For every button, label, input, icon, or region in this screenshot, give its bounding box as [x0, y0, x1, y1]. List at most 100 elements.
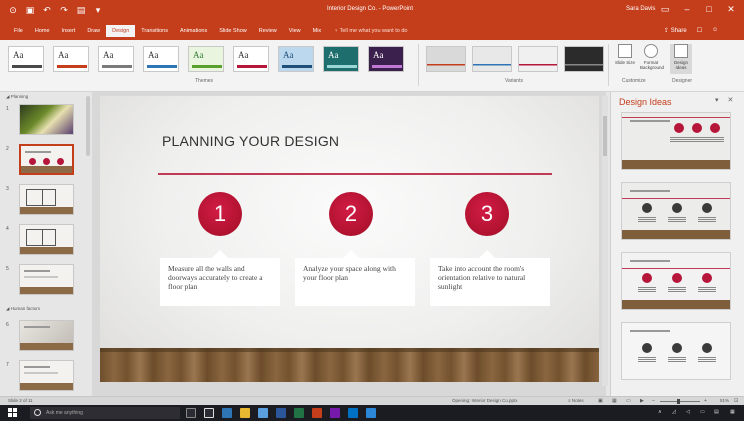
section-header-planning[interactable]: ◢ Planning: [6, 94, 28, 100]
teams-icon[interactable]: [366, 408, 376, 418]
pane-close-icon[interactable]: ✕: [728, 96, 734, 104]
zoom-out-icon[interactable]: –: [652, 398, 655, 404]
variant-thumbnail[interactable]: [472, 46, 512, 72]
theme-thumbnail[interactable]: Aa: [278, 46, 314, 72]
tab-insert[interactable]: Insert: [56, 25, 82, 37]
theme-thumbnail[interactable]: Aa: [8, 46, 44, 72]
maximize-icon[interactable]: □: [704, 4, 714, 15]
outlook-icon[interactable]: [348, 408, 358, 418]
customize-qat-icon[interactable]: ▾: [93, 5, 103, 15]
design-idea-thumbnail[interactable]: [621, 112, 731, 170]
design-idea-thumbnail[interactable]: [621, 322, 731, 380]
design-ideas-button[interactable]: Design Ideas: [670, 44, 692, 74]
theme-thumbnail[interactable]: Aa: [323, 46, 359, 72]
idea-step-dot: [642, 343, 652, 353]
zoom-slider-thumb[interactable]: [677, 399, 680, 404]
reading-view-icon[interactable]: ▭: [626, 398, 631, 404]
zoom-slider[interactable]: [660, 401, 700, 402]
battery-icon[interactable]: ▭: [700, 409, 705, 415]
close-icon[interactable]: ✕: [726, 4, 736, 15]
network-icon[interactable]: ◿: [672, 409, 676, 415]
theme-thumbnail[interactable]: Aa: [233, 46, 269, 72]
theme-thumbnail[interactable]: Aa: [98, 46, 134, 72]
thumbnail-scrollbar[interactable]: [86, 96, 90, 156]
variant-thumbnail[interactable]: [518, 46, 558, 72]
comments-icon[interactable]: ☐: [697, 27, 702, 34]
canvas-scrollbar[interactable]: [602, 96, 608, 386]
autosave-icon[interactable]: ⊙: [8, 5, 18, 15]
tab-slide-show[interactable]: Slide Show: [213, 25, 253, 37]
user-name[interactable]: Sara Davis: [626, 6, 655, 12]
powerpoint-icon[interactable]: [312, 408, 322, 418]
slide-thumbnail[interactable]: [19, 264, 74, 295]
current-slide[interactable]: PLANNING YOUR DESIGN 1 Measure all the w…: [100, 96, 599, 382]
slide-thumbnail[interactable]: [19, 144, 74, 175]
tab-animations[interactable]: Animations: [174, 25, 213, 37]
fit-slide-icon[interactable]: ⊡: [734, 398, 738, 404]
scrollbar-thumb[interactable]: [603, 116, 607, 156]
save-icon[interactable]: ▣: [25, 5, 35, 15]
step-text-1[interactable]: Measure all the walls and doorways accur…: [160, 258, 280, 306]
slide-size-button[interactable]: Slide Size: [614, 44, 636, 74]
tab-mix[interactable]: Mix: [307, 25, 328, 37]
variant-thumbnail[interactable]: [426, 46, 466, 72]
tab-file[interactable]: File: [8, 25, 29, 37]
tray-chevron-icon[interactable]: ∧: [658, 409, 662, 415]
edge-icon[interactable]: [222, 408, 232, 418]
slide-thumbnail[interactable]: [19, 104, 74, 135]
step-number-2[interactable]: 2: [329, 192, 373, 236]
slide-thumbnail[interactable]: [19, 184, 74, 215]
windows-start-icon[interactable]: [8, 408, 18, 418]
slide-title[interactable]: PLANNING YOUR DESIGN: [162, 133, 339, 149]
share-button[interactable]: ⇪ Share: [664, 27, 687, 34]
theme-thumbnail[interactable]: Aa: [53, 46, 89, 72]
step-text-2[interactable]: Analyze your space along with your floor…: [295, 258, 415, 306]
slide-sorter-icon[interactable]: ▦: [612, 398, 617, 404]
mic-icon[interactable]: [186, 408, 196, 418]
section-header-human-factors[interactable]: ◢ Human factors: [6, 306, 40, 312]
zoom-in-icon[interactable]: +: [704, 398, 707, 404]
pane-options-icon[interactable]: ▾: [715, 96, 719, 104]
slideshow-view-icon[interactable]: ▶: [640, 398, 644, 404]
ribbon-display-icon[interactable]: ▭: [660, 4, 670, 15]
tab-draw[interactable]: Draw: [81, 25, 106, 37]
present-icon[interactable]: ▤: [76, 5, 86, 15]
tab-home[interactable]: Home: [29, 25, 56, 37]
smiley-icon[interactable]: ☺: [712, 27, 718, 34]
minimize-icon[interactable]: –: [682, 4, 692, 15]
volume-icon[interactable]: ◁: [686, 409, 690, 415]
theme-thumbnail[interactable]: Aa: [188, 46, 224, 72]
slide-thumbnail[interactable]: [19, 224, 74, 255]
normal-view-icon[interactable]: ▣: [598, 398, 603, 404]
step-number-1[interactable]: 1: [198, 192, 242, 236]
theme-thumbnail[interactable]: Aa: [368, 46, 404, 72]
keyboard-icon[interactable]: ▦: [730, 409, 735, 415]
cortana-search[interactable]: Ask me anything: [30, 407, 180, 419]
design-idea-thumbnail[interactable]: [621, 182, 731, 240]
slide-thumbnails-pane[interactable]: ◢ Planning ◢ Human factors 1 2 3 4 5 6 7: [0, 92, 92, 396]
file-explorer-icon[interactable]: [240, 408, 250, 418]
redo-icon[interactable]: ↷: [59, 5, 69, 15]
zoom-level[interactable]: 51%: [720, 398, 729, 403]
undo-icon[interactable]: ↶: [42, 5, 52, 15]
tell-me-search[interactable]: ♀ Tell me what you want to do: [334, 28, 407, 34]
tab-transitions[interactable]: Transitions: [135, 25, 174, 37]
step-number-3[interactable]: 3: [465, 192, 509, 236]
store-icon[interactable]: [258, 408, 268, 418]
task-view-icon[interactable]: [204, 408, 214, 418]
tab-view[interactable]: View: [283, 25, 307, 37]
theme-thumbnail[interactable]: Aa: [143, 46, 179, 72]
slide-thumbnail[interactable]: [19, 320, 74, 351]
tab-review[interactable]: Review: [253, 25, 283, 37]
slide-thumbnail[interactable]: [19, 360, 74, 391]
word-icon[interactable]: [276, 408, 286, 418]
excel-icon[interactable]: [294, 408, 304, 418]
step-text-3[interactable]: Take into account the room's orientation…: [430, 258, 550, 306]
onenote-icon[interactable]: [330, 408, 340, 418]
variant-thumbnail[interactable]: [564, 46, 604, 72]
design-idea-thumbnail[interactable]: [621, 252, 731, 310]
tab-design[interactable]: Design: [106, 25, 136, 37]
notes-button[interactable]: ≡ Notes: [568, 398, 584, 403]
notifications-icon[interactable]: ▤: [714, 409, 719, 415]
format-background-button[interactable]: Format Background: [640, 44, 664, 74]
